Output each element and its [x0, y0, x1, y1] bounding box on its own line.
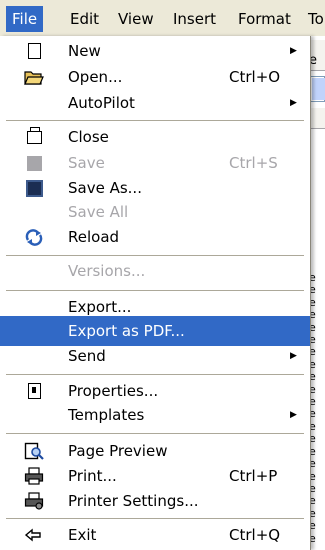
- menu-item-templates[interactable]: Templates ▶: [0, 400, 310, 430]
- submenu-arrow-icon: ▶: [290, 351, 297, 361]
- menu-insert[interactable]: Insert: [167, 6, 222, 32]
- menu-item-label: Templates: [68, 406, 145, 424]
- menu-edit[interactable]: Edit: [64, 6, 105, 32]
- menu-item-label: Send: [68, 347, 106, 365]
- menu-item-label: AutoPilot: [68, 94, 135, 112]
- menu-view-label: View: [118, 10, 154, 28]
- menu-separator: [6, 433, 304, 434]
- page-preview-icon: [24, 441, 44, 461]
- menu-item-printer-settings[interactable]: Printer Settings...: [0, 486, 310, 516]
- menu-item-label: Exit: [68, 526, 97, 544]
- menubar: File Edit View Insert Format To: [0, 0, 325, 37]
- file-menu: New ▶ Open... Ctrl+O AutoPilot ▶ Close S…: [0, 36, 311, 550]
- menu-item-shortcut: Ctrl+Q: [229, 526, 281, 544]
- menu-separator: [6, 120, 304, 121]
- printer-icon: [24, 466, 44, 486]
- chevron-down-icon[interactable]: [312, 78, 325, 100]
- menu-item-label: Printer Settings...: [68, 492, 199, 510]
- save-as-icon: [24, 178, 44, 198]
- printer-settings-icon: [24, 491, 44, 511]
- menu-item-label: Versions...: [68, 262, 146, 280]
- menu-file[interactable]: File: [6, 6, 44, 32]
- menu-item-reload[interactable]: Reload: [0, 222, 310, 252]
- menu-separator: [6, 374, 304, 375]
- menu-insert-label: Insert: [173, 10, 217, 28]
- save-icon: [24, 153, 44, 173]
- open-folder-icon: [24, 67, 44, 87]
- menu-separator: [6, 290, 304, 291]
- menu-item-send[interactable]: Send ▶: [0, 341, 310, 371]
- menu-item-versions[interactable]: Versions...: [0, 256, 310, 286]
- properties-icon: [24, 381, 44, 401]
- reload-icon: [24, 227, 44, 247]
- menu-item-exit[interactable]: Exit Ctrl+Q: [0, 520, 310, 550]
- menu-view[interactable]: View: [112, 6, 160, 32]
- menu-file-label: File: [12, 10, 38, 28]
- submenu-arrow-icon: ▶: [290, 98, 297, 108]
- menu-item-autopilot[interactable]: AutoPilot ▶: [0, 88, 310, 118]
- submenu-arrow-icon: ▶: [290, 410, 297, 420]
- menu-tools-label: To: [308, 10, 324, 28]
- menu-separator: [6, 518, 304, 519]
- menu-edit-label: Edit: [70, 10, 100, 28]
- menu-format[interactable]: Format: [232, 6, 297, 32]
- exit-icon: [24, 525, 44, 545]
- menu-item-label: Reload: [68, 228, 120, 246]
- menu-format-label: Format: [238, 10, 291, 28]
- menu-tools[interactable]: To: [302, 6, 325, 32]
- close-document-icon: [24, 126, 44, 147]
- new-document-icon: [24, 41, 44, 61]
